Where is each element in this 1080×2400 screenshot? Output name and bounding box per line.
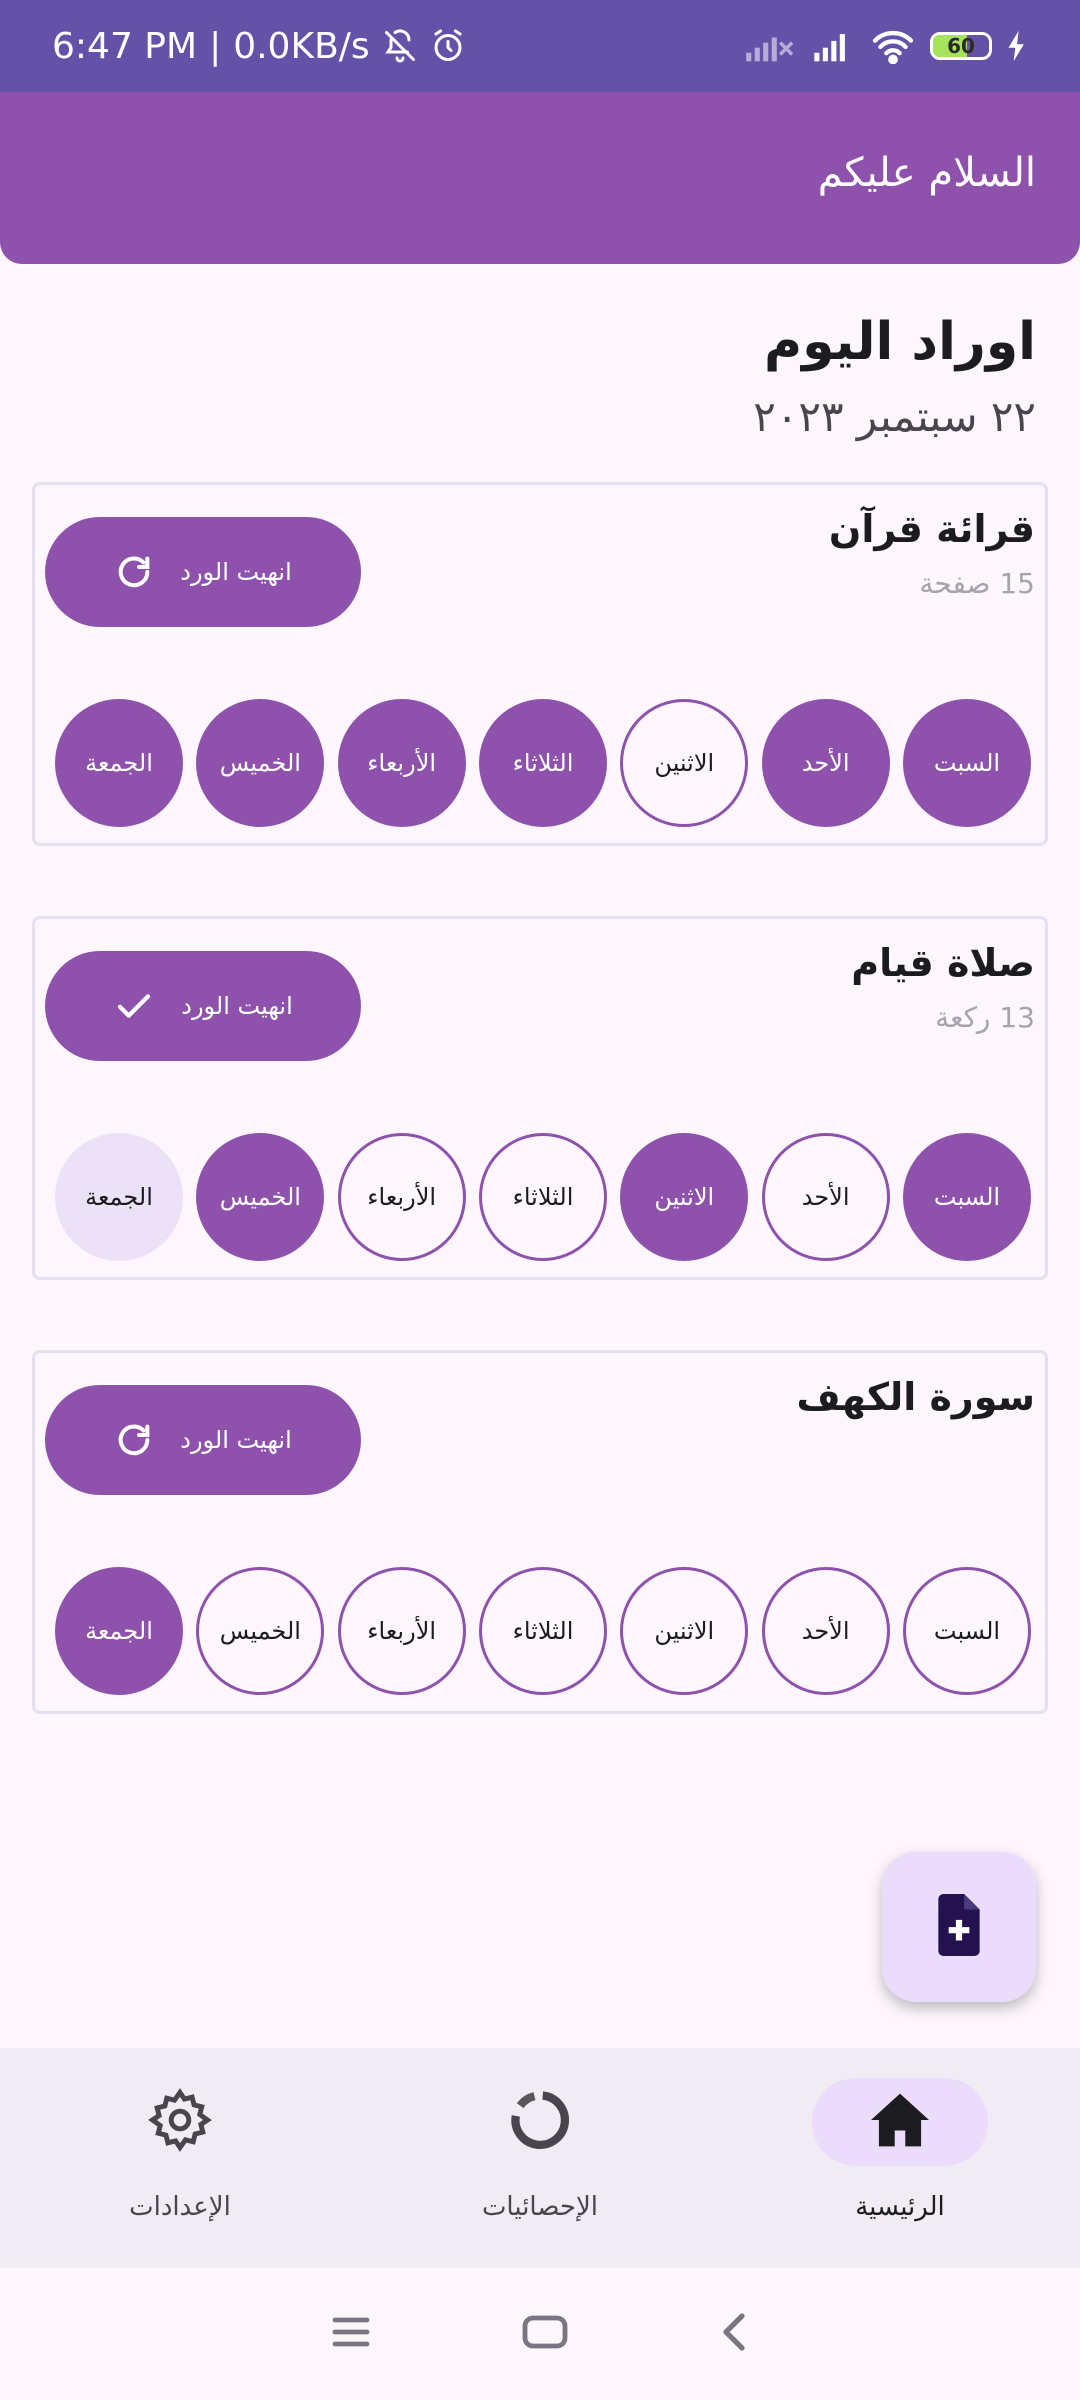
wifi-icon [870, 28, 916, 64]
system-nav-bar [0, 2268, 1080, 2400]
day-wednesday[interactable]: الأربعاء [337, 1567, 466, 1695]
status-right: 60 [744, 28, 1028, 64]
nav-stats-indicator [452, 2078, 628, 2166]
nav-home[interactable]: الرئيسية [720, 2048, 1080, 2268]
day-sunday[interactable]: الأحد [761, 699, 890, 827]
finish-wird-label: انهيت الورد [180, 558, 292, 586]
greeting-title: السلام عليكم [817, 150, 1036, 196]
day-monday[interactable]: الاثنين [620, 1133, 749, 1261]
day-saturday[interactable]: السبت [902, 1133, 1031, 1261]
days-row: السبت الأحد الاثنين الثلاثاء الأربعاء ال… [55, 1567, 1031, 1697]
nav-settings[interactable]: الإعدادات [0, 2048, 360, 2268]
status-bar: 6:47 PM | 0.0KB/s 60 [0, 0, 1080, 92]
home-square-icon[interactable] [521, 2313, 569, 2355]
app-header: السلام عليكم [0, 92, 1080, 264]
day-thursday[interactable]: الخميس [196, 699, 325, 827]
day-wednesday[interactable]: الأربعاء [337, 699, 466, 827]
page-title: اوراد اليوم [764, 312, 1036, 372]
charging-icon [1006, 29, 1028, 63]
wird-card: قرائة قرآن 15 صفحة انهيت الورد السبت الأ… [32, 482, 1048, 846]
add-document-icon [932, 1894, 986, 1960]
day-thursday[interactable]: الخميس [196, 1567, 325, 1695]
finish-wird-label: انهيت الورد [180, 1426, 292, 1454]
alarm-icon [430, 28, 466, 64]
refresh-icon [114, 552, 154, 592]
days-row: السبت الأحد الاثنين الثلاثاء الأربعاء ال… [55, 699, 1031, 829]
day-wednesday[interactable]: الأربعاء [337, 1133, 466, 1261]
finish-wird-button[interactable]: انهيت الورد [45, 951, 361, 1061]
finish-wird-button[interactable]: انهيت الورد [45, 1385, 361, 1495]
signal-icon [810, 29, 856, 63]
bottom-nav: الرئيسية الإحصائيات الإعدادات [0, 2048, 1080, 2268]
day-tuesday[interactable]: الثلاثاء [478, 1133, 607, 1261]
gear-icon [147, 2087, 213, 2157]
status-separator: | [209, 25, 222, 67]
day-thursday[interactable]: الخميس [196, 1133, 325, 1261]
add-wird-fab[interactable] [882, 1852, 1036, 2002]
nav-home-indicator [812, 2078, 988, 2166]
bell-off-icon [382, 28, 418, 64]
signal-x-icon [744, 29, 796, 63]
day-sunday[interactable]: الأحد [761, 1567, 890, 1695]
home-icon [868, 2091, 932, 2153]
card-subtitle: 15 صفحة [919, 567, 1035, 600]
status-left: 6:47 PM | 0.0KB/s [52, 26, 466, 67]
day-tuesday[interactable]: الثلاثاء [478, 699, 607, 827]
menu-icon[interactable] [331, 2315, 371, 2353]
stats-ring-icon [507, 2087, 573, 2157]
battery-percent: 60 [947, 34, 975, 58]
nav-stats-label: الإحصائيات [481, 2192, 599, 2222]
card-subtitle: 13 ركعة [935, 1001, 1035, 1034]
check-icon [113, 985, 155, 1027]
nav-home-label: الرئيسية [855, 2192, 945, 2222]
app-screen: 6:47 PM | 0.0KB/s 60 السلام عليكم اوراد … [0, 0, 1080, 2400]
page-date: ٢٢ سبتمبر ٢٠٢٣ [753, 392, 1036, 441]
finish-wird-label: انهيت الورد [181, 992, 293, 1020]
battery-icon: 60 [930, 32, 992, 60]
finish-wird-button[interactable]: انهيت الورد [45, 517, 361, 627]
days-row: السبت الأحد الاثنين الثلاثاء الأربعاء ال… [55, 1133, 1031, 1263]
day-saturday[interactable]: السبت [902, 699, 1031, 827]
day-sunday[interactable]: الأحد [761, 1133, 890, 1261]
day-monday[interactable]: الاثنين [620, 699, 749, 827]
wird-card: سورة الكهف انهيت الورد السبت الأحد الاثن… [32, 1350, 1048, 1714]
day-saturday[interactable]: السبت [902, 1567, 1031, 1695]
status-speed: 0.0KB/s [233, 25, 370, 67]
card-title: قرائة قرآن [828, 507, 1035, 551]
refresh-icon [114, 1420, 154, 1460]
day-friday[interactable]: الجمعة [55, 699, 183, 827]
wird-card: صلاة قيام 13 ركعة انهيت الورد السبت الأح… [32, 916, 1048, 1280]
nav-stats[interactable]: الإحصائيات [360, 2048, 720, 2268]
back-icon[interactable] [719, 2312, 749, 2356]
card-title: سورة الكهف [796, 1375, 1035, 1419]
status-time: 6:47 PM [52, 25, 198, 67]
day-tuesday[interactable]: الثلاثاء [478, 1567, 607, 1695]
day-friday[interactable]: الجمعة [55, 1133, 183, 1261]
card-title: صلاة قيام [851, 941, 1035, 985]
nav-settings-label: الإعدادات [129, 2192, 231, 2222]
day-monday[interactable]: الاثنين [620, 1567, 749, 1695]
nav-settings-indicator [92, 2078, 268, 2166]
day-friday[interactable]: الجمعة [55, 1567, 183, 1695]
